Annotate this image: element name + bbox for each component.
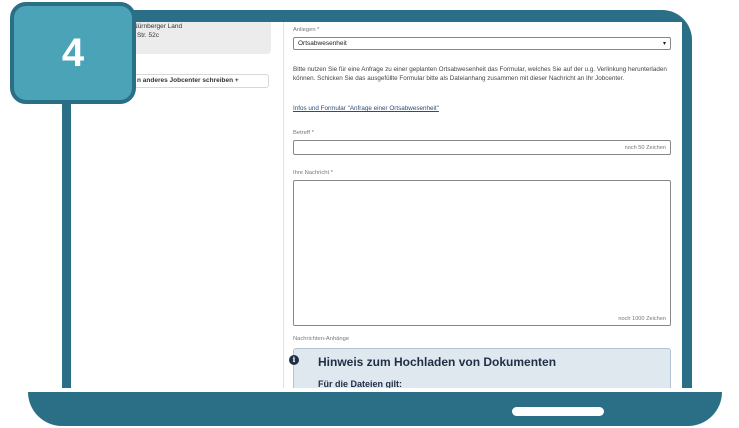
anhaenge-label: Nachrichten-Anhänge [293, 336, 350, 342]
step-number-badge: 4 [10, 2, 136, 104]
upload-notice-box: i Hinweis zum Hochladen von Dokumenten F… [289, 348, 671, 388]
message-form: Anliegen * Ortsabwesenheit ▾ Bitte nutze… [289, 22, 673, 388]
address-line-2: r Str. 52c [133, 32, 160, 39]
anliegen-label: Anliegen * [293, 27, 320, 33]
notice-subtitle: Für die Dateien gilt: [318, 379, 403, 388]
info-icon: i [289, 355, 299, 365]
laptop-screen: Nürnberger Land r Str. 52c n anderes Job… [71, 22, 682, 388]
column-divider [283, 22, 284, 388]
nachricht-textarea[interactable]: noch 1000 Zeichen [293, 180, 671, 326]
betreff-label: Betreff * [293, 130, 314, 136]
betreff-char-counter: noch 50 Zeichen [624, 145, 666, 151]
notice-title: Hinweis zum Hochladen von Dokumenten [318, 355, 557, 369]
other-jobcenter-button[interactable]: n anderes Jobcenter schreiben + [133, 74, 269, 88]
form-download-link[interactable]: Infos und Formular "Anfrage einer Ortsab… [293, 105, 439, 112]
betreff-input[interactable]: noch 50 Zeichen [293, 140, 671, 155]
chevron-down-icon[interactable]: ▾ [663, 40, 666, 47]
nachricht-char-counter: noch 1000 Zeichen [618, 316, 666, 322]
address-line-1: Nürnberger Land [133, 23, 183, 30]
laptop-trackpad [512, 407, 604, 416]
anliegen-select[interactable]: Ortsabwesenheit ▾ [293, 37, 671, 50]
anliegen-value: Ortsabwesenheit [298, 40, 347, 47]
laptop-base [28, 392, 722, 426]
nachricht-label: Ihre Nachricht * [293, 170, 333, 176]
info-paragraph: Bitte nutzen Sie für eine Anfrage zu ein… [293, 66, 667, 82]
